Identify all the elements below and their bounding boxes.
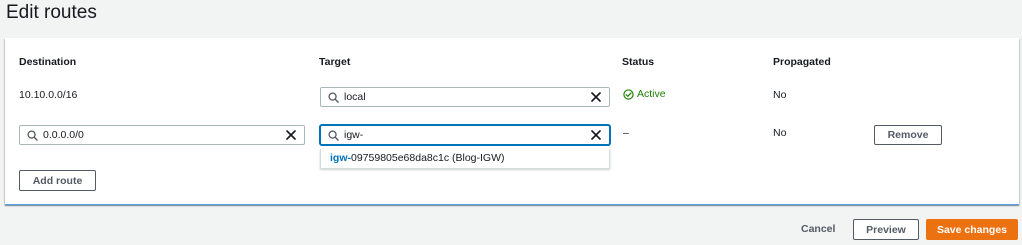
preview-button[interactable]: Preview: [853, 219, 919, 240]
status-text-empty: –: [623, 127, 629, 139]
target-search-input-active[interactable]: [344, 129, 591, 141]
column-header-propagated: Propagated: [773, 56, 831, 68]
target-suggestion-dropdown[interactable]: igw-09759805e68da8c1c (Blog-IGW): [320, 149, 610, 169]
destination-search-input[interactable]: [43, 129, 286, 141]
search-icon: [328, 129, 339, 141]
page-title: Edit routes: [6, 2, 97, 23]
destination-search-field[interactable]: [19, 125, 305, 145]
remove-route-button[interactable]: Remove: [874, 125, 942, 145]
target-search-input[interactable]: [344, 91, 591, 103]
route-destination-text: 10.10.0.0/16: [19, 89, 78, 101]
propagated-text: No: [773, 127, 787, 139]
suggestion-rest-text: 09759805e68da8c1c (Blog-IGW): [351, 152, 505, 164]
add-route-button[interactable]: Add route: [19, 170, 96, 191]
column-header-status: Status: [622, 56, 655, 68]
target-search-field[interactable]: [320, 87, 610, 107]
clear-icon[interactable]: [286, 130, 296, 140]
save-changes-button[interactable]: Save changes: [926, 219, 1018, 240]
status-active-icon: [623, 88, 634, 100]
column-header-destination: Destination: [19, 56, 77, 68]
suggestion-match-text: igw-: [330, 152, 351, 164]
search-icon: [328, 91, 339, 103]
clear-icon[interactable]: [591, 92, 601, 102]
routes-table-panel: Destination Target Status Propagated 10.…: [5, 38, 1019, 205]
cancel-button[interactable]: Cancel: [801, 223, 835, 235]
status-badge: Active: [623, 88, 666, 100]
propagated-text: No: [773, 89, 787, 101]
column-header-target: Target: [319, 56, 351, 68]
target-search-field-active[interactable]: [320, 125, 610, 145]
status-text: Active: [637, 88, 666, 100]
clear-icon[interactable]: [591, 130, 601, 140]
search-icon: [27, 129, 38, 141]
